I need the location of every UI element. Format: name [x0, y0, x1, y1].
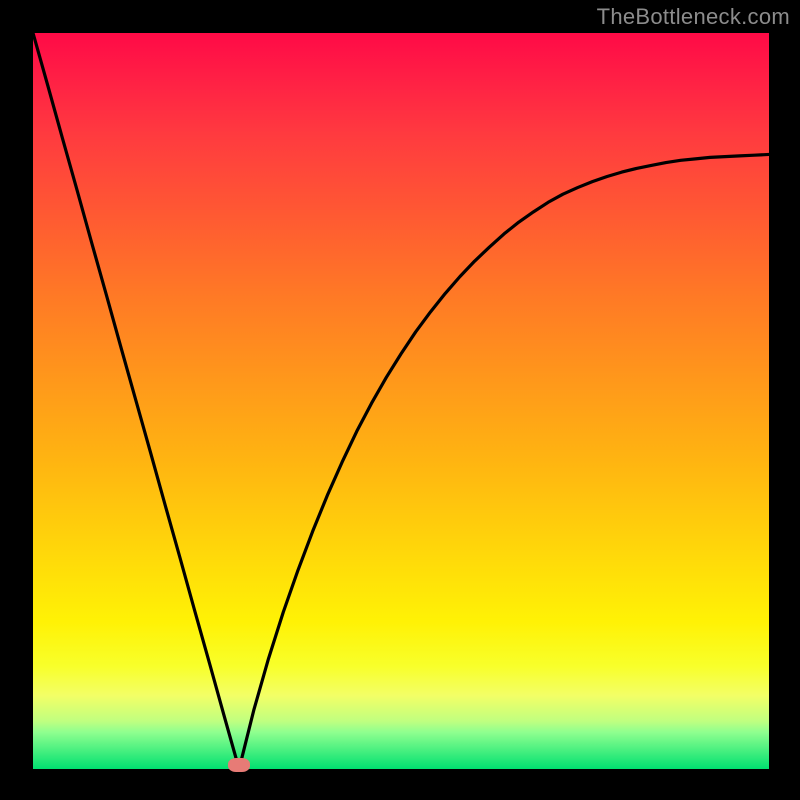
watermark-text: TheBottleneck.com: [597, 4, 790, 30]
curve-path: [33, 33, 769, 769]
minimum-marker: [228, 758, 250, 772]
plot-area: [33, 33, 769, 769]
bottleneck-curve: [33, 33, 769, 769]
chart-frame: TheBottleneck.com: [0, 0, 800, 800]
